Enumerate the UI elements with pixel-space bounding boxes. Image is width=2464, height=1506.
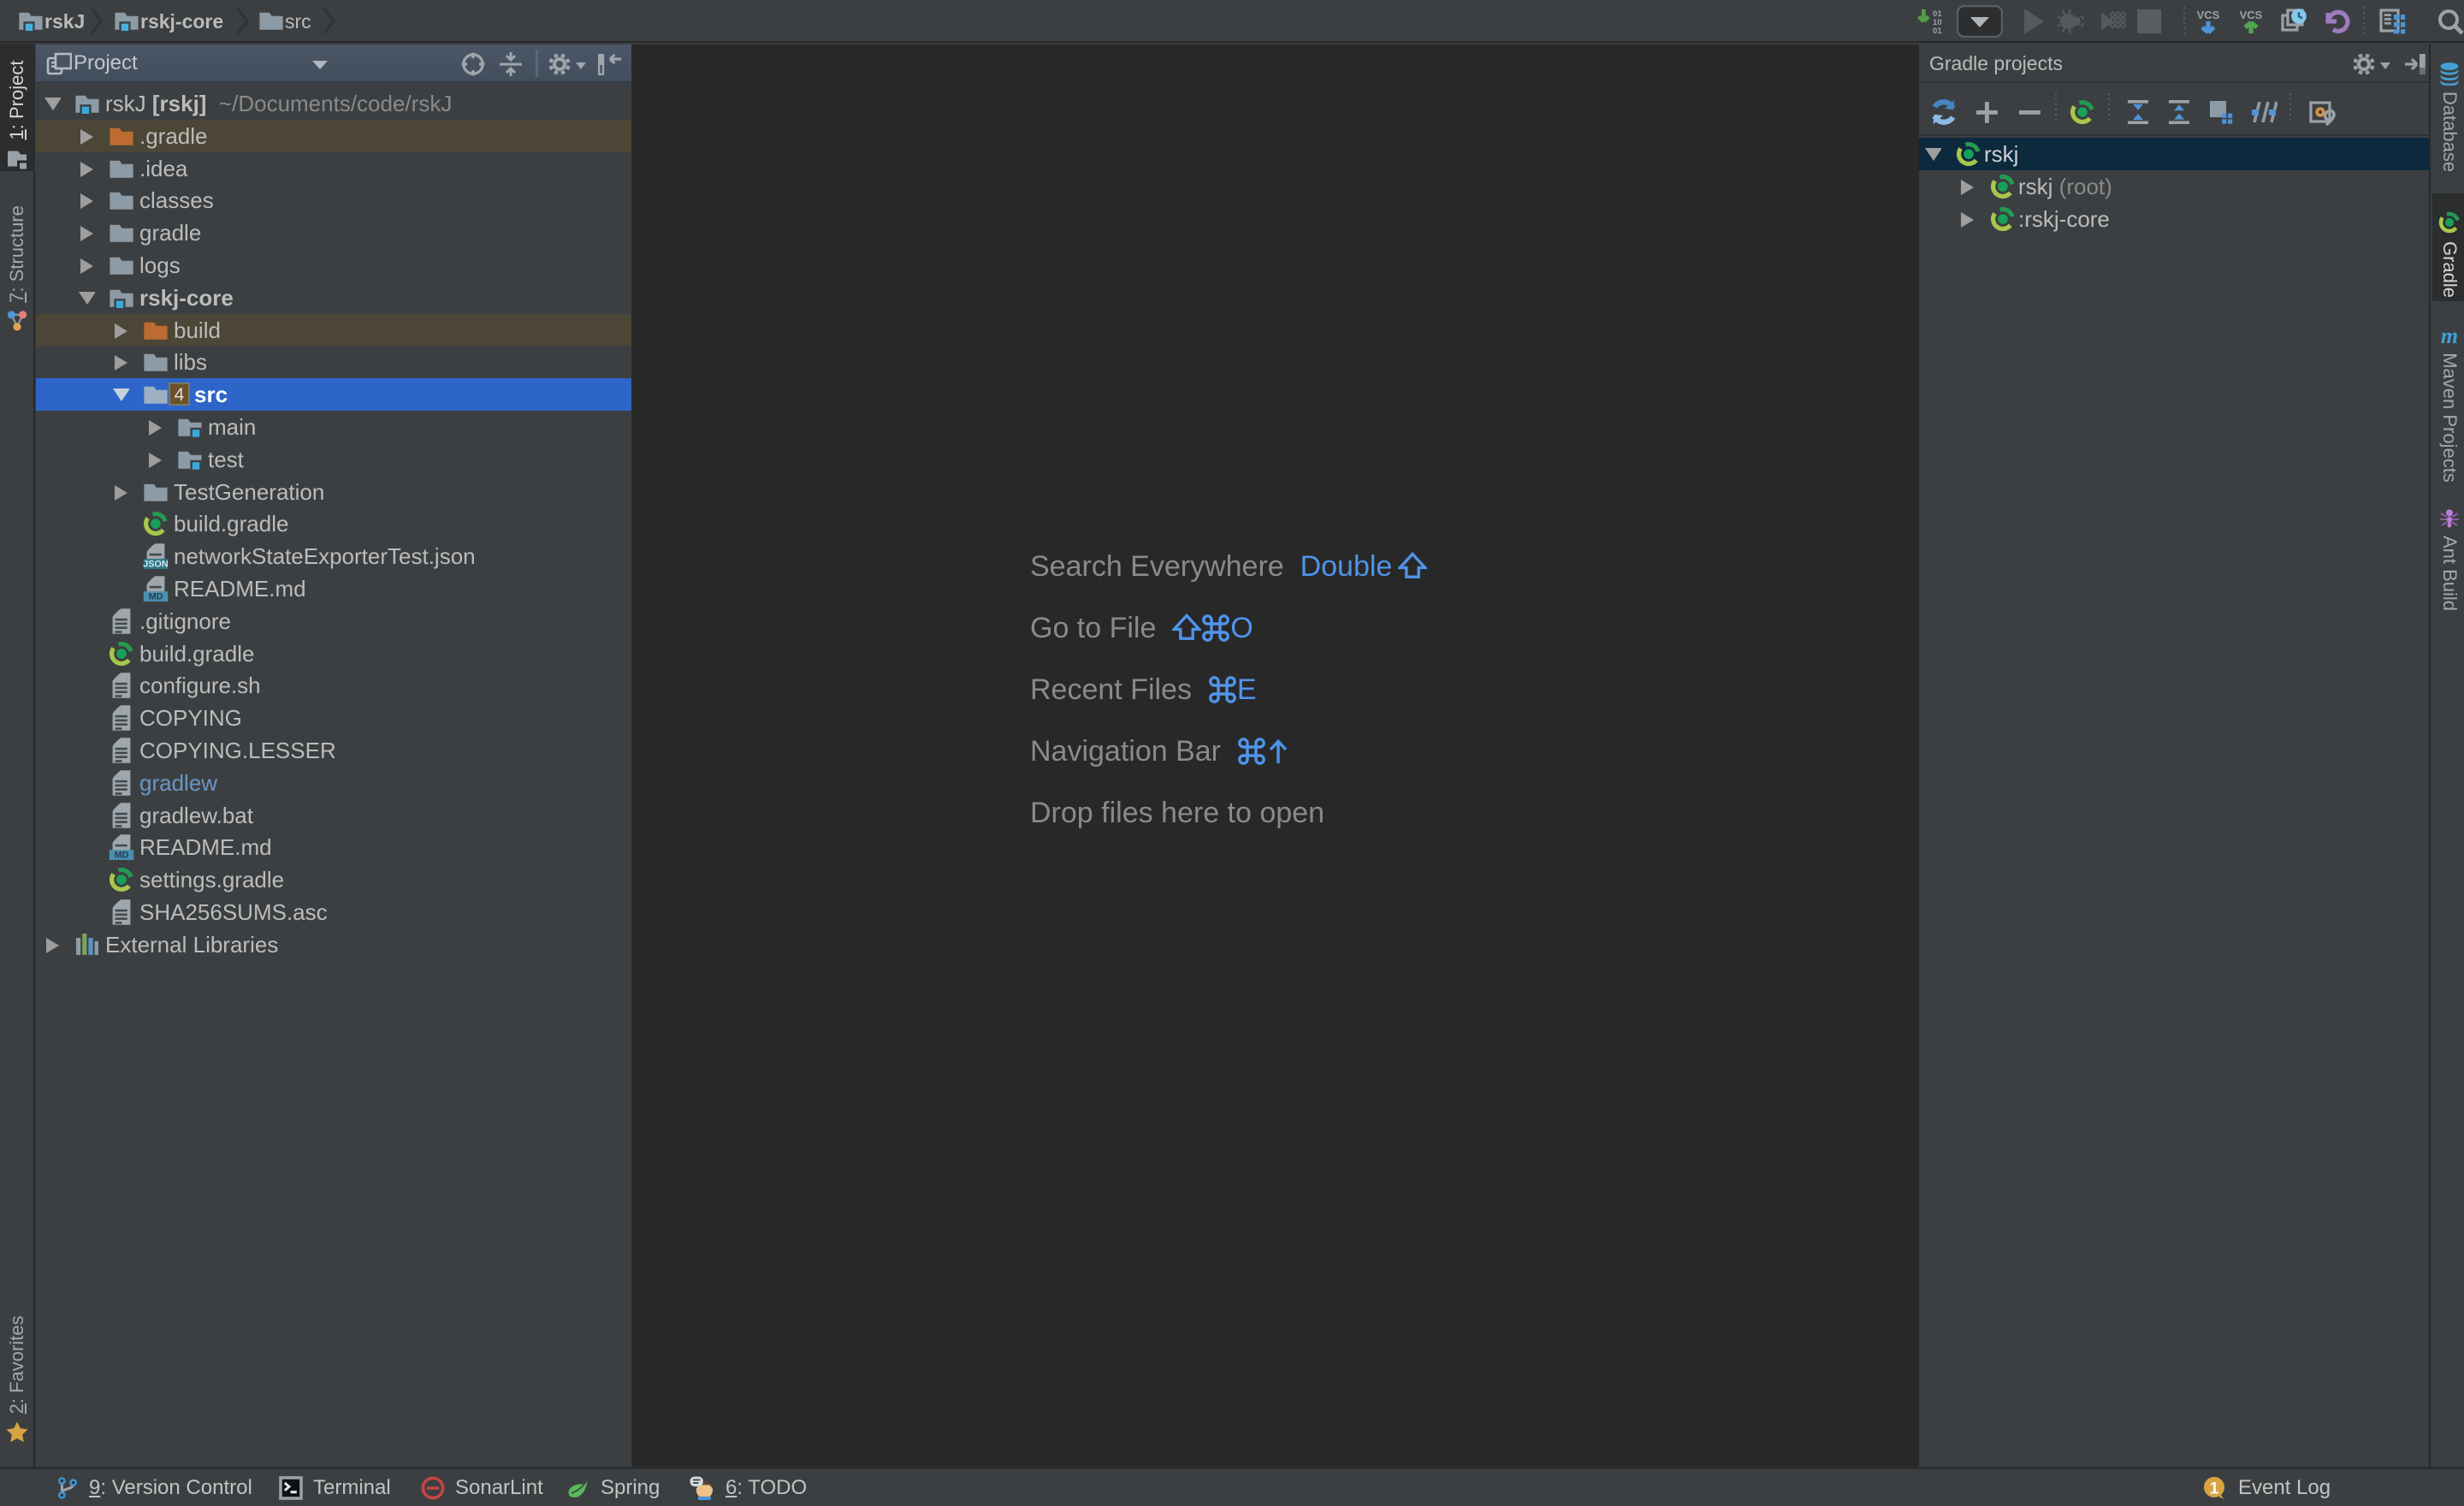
svg-text:VCS: VCS [2197,9,2220,21]
svg-text:1: 1 [2210,1479,2219,1497]
svg-text:01: 01 [1933,27,1942,35]
svg-text:MD: MD [149,592,163,602]
svg-text:VCS: VCS [2240,9,2263,21]
svg-text:JSON: JSON [143,560,169,570]
svg-text:MD: MD [115,851,129,861]
svg-text:m: m [2441,326,2458,347]
